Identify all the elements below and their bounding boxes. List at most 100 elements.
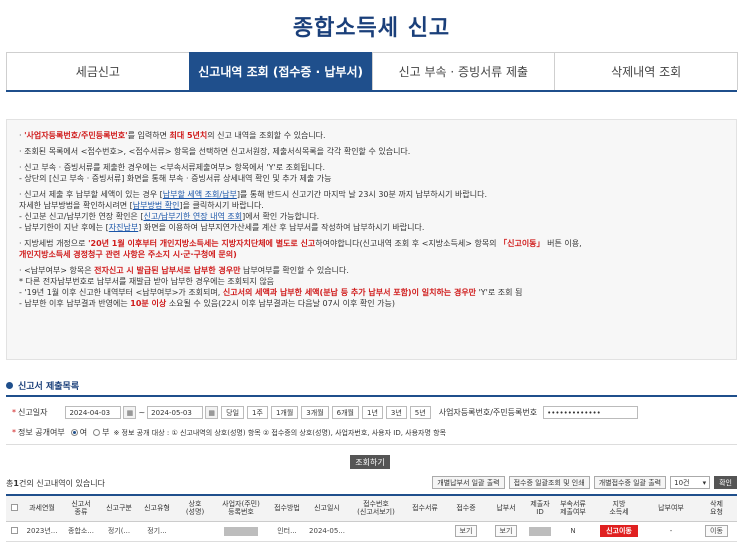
calendar-icon[interactable]: ▦ xyxy=(205,406,219,419)
redacted-block xyxy=(529,526,551,536)
notice-line: · <납부여부> 항목은 전자신고 시 발급된 납부서로 납부한 경우만 납부여… xyxy=(19,265,724,276)
period-1month-button[interactable]: 1개월 xyxy=(270,406,299,419)
disclose-yes-label: 여 xyxy=(79,428,88,437)
cell-type: 종합소... xyxy=(62,521,100,542)
cell-receipt-number[interactable] xyxy=(348,521,404,542)
notice-text: - 납부기한이 지난 후에는 [ xyxy=(19,223,109,232)
period-6month-button[interactable]: 6개월 xyxy=(331,406,359,419)
notice-text: ] 화면을 이용하여 납부지연가산세를 계산 후 납부서를 작성하여 납부하시기… xyxy=(138,223,425,232)
result-table: 과세연월 신고서 종류 신고구분 신고유형 상호 (성명) 사업자(주민) 등록… xyxy=(6,494,737,542)
header-cell: 납부서 xyxy=(486,494,526,522)
notice-text: - 신고분 신고/납부기한 연장 확인은 [ xyxy=(19,212,144,221)
section-title: 신고서 제출목록 xyxy=(18,382,80,392)
period-1week-button[interactable]: 1주 xyxy=(247,406,268,419)
period-3year-button[interactable]: 3년 xyxy=(385,406,407,419)
notice-highlight: 최대 5년치 xyxy=(169,131,208,140)
section-header: 신고서 제출목록 xyxy=(6,379,79,392)
notice-line: 개인지방소득세 경정청구 관련 사항은 주소지 시·군·구청에 문의) xyxy=(19,250,237,259)
cell-delete: 이동 xyxy=(696,521,737,542)
header-cell: 부속서류 제출여부 xyxy=(554,494,592,522)
disclose-yes-radio[interactable] xyxy=(70,429,78,436)
tab-bar: 세금신고 신고내역 조회 (접수증 · 납부서) 신고 부속 · 증빙서류 제출… xyxy=(6,52,738,92)
notice-text: 의 신고 내역을 조회할 수 있습니다. xyxy=(207,131,326,140)
link-tax-payment[interactable]: 납부할 세액 조회/납부 xyxy=(163,190,237,199)
notice-highlight: 신고서의 세액과 납부한 세액(분납 등 추가 납부서 포함)이 일치하는 경우… xyxy=(222,288,477,297)
tab-attachment-submit[interactable]: 신고 부속 · 증빙서류 제출 xyxy=(371,52,556,90)
date-label: 신고일자 xyxy=(18,408,48,417)
notice-text: ]을 클릭하시기 바랍니다. xyxy=(179,201,264,210)
date-from-input[interactable]: 2024-04-03 xyxy=(65,406,122,419)
confirm-button[interactable]: 확인 xyxy=(714,476,737,489)
period-1year-button[interactable]: 1년 xyxy=(361,406,383,419)
notice-text: ]에서 확인 가능합니다. xyxy=(242,212,320,221)
date-row: * 신고일자 2024-04-03 ▦ ~ 2024-05-03 ▦ 당일 1주… xyxy=(12,406,639,419)
page-title: 종합소득세 신고 xyxy=(292,16,451,41)
delete-request-button[interactable]: 이동 xyxy=(705,525,728,537)
disclose-no-radio[interactable] xyxy=(93,429,101,436)
notice-text: 버튼 이용, xyxy=(544,239,582,248)
tab-deleted-history[interactable]: 삭제내역 조회 xyxy=(554,52,738,90)
cell-local-tax: 신고이동 xyxy=(592,521,646,542)
notice-text: 를 입력하면 xyxy=(127,131,170,140)
tab-tax-filing[interactable]: 세금신고 xyxy=(6,52,190,90)
query-button[interactable]: 조회하기 xyxy=(350,455,390,469)
row-checkbox[interactable] xyxy=(10,526,18,534)
cell-name xyxy=(176,521,214,542)
header-cell: 접수방법 xyxy=(268,494,306,522)
link-extension-history[interactable]: 신고/납부기한 연장 내역 조회 xyxy=(143,212,242,221)
tab-filing-history[interactable]: 신고내역 조회 (접수증 · 납부서) xyxy=(188,52,373,90)
disclose-note: ※ 정보 공개 대상 : ① 신고내역의 상호(성명) 항목 ② 접수증의 상호… xyxy=(113,428,447,437)
notice-text: 하여야합니다(신고내역 조회 후 <지방소득세> 항목의 xyxy=(315,239,500,248)
table-row: 2023년... 종합소... 정기(... 정기... 인터... 2024-… xyxy=(6,521,737,542)
link-payment-method[interactable]: 납부방법 확인 xyxy=(133,201,180,210)
header-cell: 접수증 xyxy=(446,494,486,522)
receipt-view-button[interactable]: 보기 xyxy=(454,525,478,537)
notice-line: · 신고서 제출 후 납부할 세액이 있는 경우 [납부할 세액 조회/납부]를… xyxy=(19,189,724,200)
notice-line: · '사업자등록번호/주민등록번호'를 입력하면 최대 5년치의 신고 내역을 … xyxy=(19,131,326,140)
notice-box: · '사업자등록번호/주민등록번호'를 입력하면 최대 5년치의 신고 내역을 … xyxy=(6,119,737,360)
result-count: 총1건의 신고내역이 있습니다 xyxy=(6,478,105,489)
page-size-select[interactable]: 10건 ▾ xyxy=(670,476,711,489)
bulk-payment-print-button[interactable]: 개별납부서 일괄 출력 xyxy=(432,476,505,489)
cell-paid: - xyxy=(646,521,696,542)
redacted-block xyxy=(224,526,258,536)
notice-line: - 신고분 신고/납부기한 연장 확인은 [신고/납부기한 연장 내역 조회]에… xyxy=(19,211,724,222)
period-today-button[interactable]: 당일 xyxy=(221,406,245,419)
period-5year-button[interactable]: 5년 xyxy=(409,406,431,419)
notice-line: 자세한 납부방법을 확인하시려면 [납부방법 확인]을 클릭하시기 바랍니다. xyxy=(19,200,724,211)
header-cell: 지방 소득세 xyxy=(592,494,646,522)
calendar-icon[interactable]: ▦ xyxy=(123,406,137,419)
notice-line: · 조회된 목록에서 <접수번호>, <접수서류> 항목을 선택하면 신고서원장… xyxy=(19,147,411,156)
date-to-input[interactable]: 2024-05-03 xyxy=(147,406,204,419)
period-3month-button[interactable]: 3개월 xyxy=(301,406,329,419)
notice-line: - 납부기한이 지난 후에는 [자진납부] 화면을 이용하여 납부지연가산세를 … xyxy=(19,222,724,233)
notice-highlight: 전자신고 시 발급된 납부서로 납부한 경우만 xyxy=(94,266,241,275)
payment-view-button[interactable]: 보기 xyxy=(494,525,518,537)
notice-line: - '19년 1월 이후 신고한 내역부터 <납부여부>가 조회되며, 신고서의… xyxy=(19,287,724,298)
page-size-value: 10건 xyxy=(674,478,690,487)
header-cell: 삭제 요청 xyxy=(696,494,737,522)
select-all-checkbox[interactable] xyxy=(10,503,18,511)
disclose-row: * 정보 공개여부 여 부 ※ 정보 공개 대상 : ① 신고내역의 상호(성명… xyxy=(12,427,446,438)
cell-submitter-id xyxy=(526,521,554,542)
notice-text: · 지방세법 개정으로 xyxy=(19,239,89,248)
local-tax-move-button[interactable]: 신고이동 xyxy=(600,525,638,537)
notice-line: · 지방세법 개정으로 '20년 1월 이후부터 개인지방소득세는 지방자치단체… xyxy=(19,238,724,249)
id-input[interactable]: ••••••••••••• xyxy=(543,406,639,419)
link-self-payment[interactable]: 자진납부 xyxy=(109,223,138,232)
header-cell: 상호 (성명) xyxy=(176,494,214,522)
bulk-receipt-print-button[interactable]: 접수증 일괄조회 및 인쇄 xyxy=(508,476,590,489)
count-suffix: 건의 신고내역이 있습니다 xyxy=(18,479,105,488)
notice-line: · 신고 부속 · 증빙서류를 제출한 경우에는 <부속서류제출여부> 항목에서… xyxy=(19,163,325,172)
cell-period: 2023년... xyxy=(22,521,62,542)
bulk-individual-receipt-button[interactable]: 개별접수증 일괄 출력 xyxy=(593,476,667,489)
cell-date: 2024-05... xyxy=(306,521,348,542)
notice-highlight: 「신고이동」 xyxy=(499,239,545,248)
header-cell: 접수서류 xyxy=(404,494,446,522)
bullet-icon xyxy=(6,382,13,389)
header-cell: 신고일시 xyxy=(306,494,348,522)
cell-receipt: 보기 xyxy=(446,521,486,542)
cell-kind: 정기... xyxy=(138,521,176,542)
notice-highlight: '20년 1월 이후부터 개인지방소득세는 지방자치단체에 별도로 신고 xyxy=(88,239,316,248)
cell-documents[interactable] xyxy=(404,521,446,542)
